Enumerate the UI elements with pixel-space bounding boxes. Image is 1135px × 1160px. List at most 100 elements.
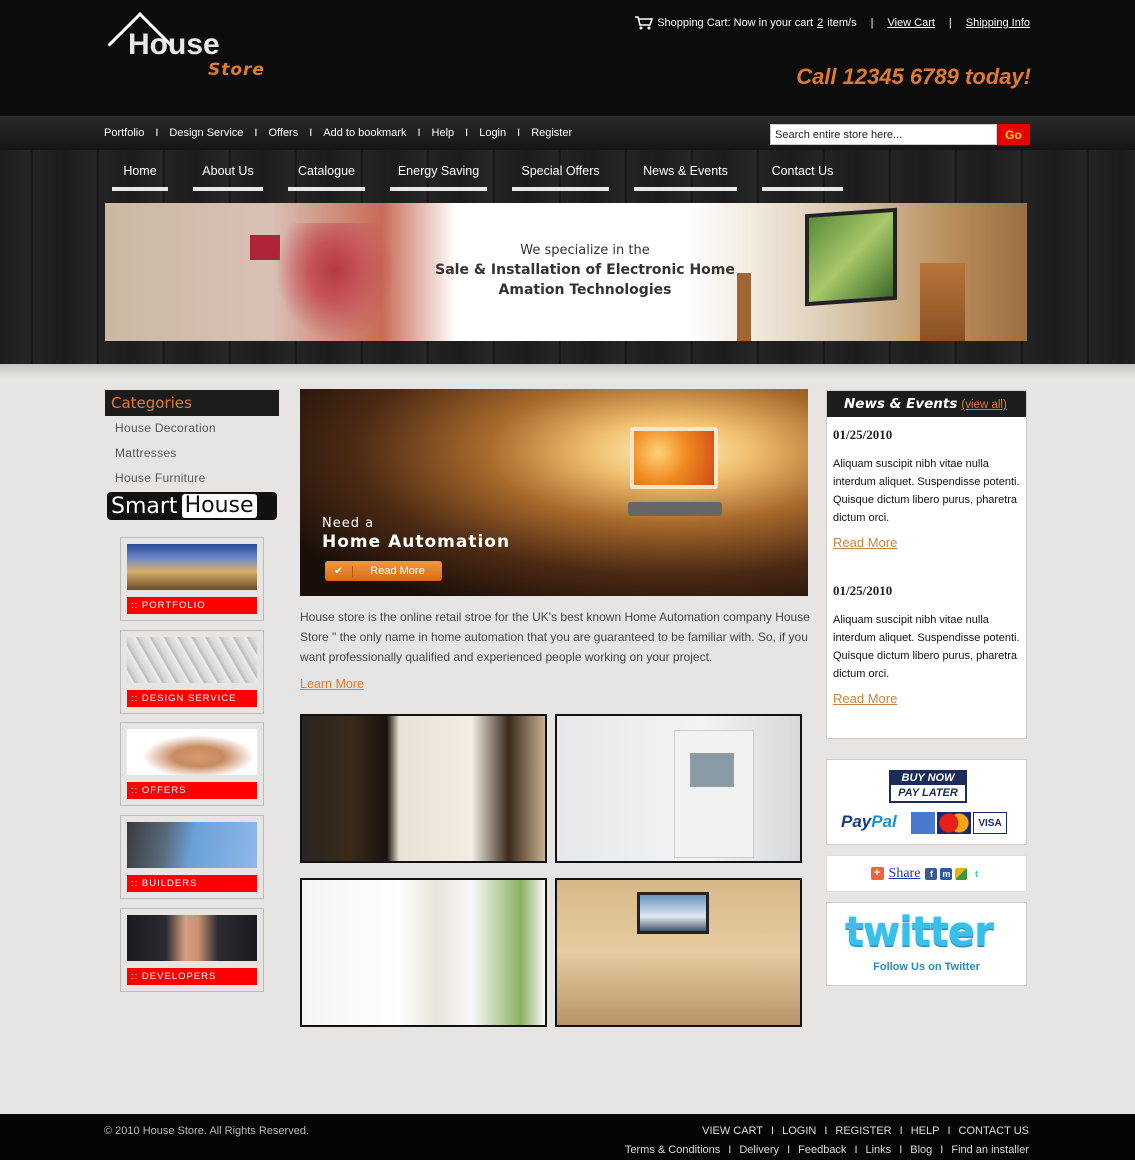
cart-count-link[interactable]: 2 (817, 17, 823, 29)
footer: © 2010 House Store. All Rights Reserved.… (0, 1114, 1135, 1160)
search-form: Go (770, 124, 1030, 145)
tab-contact-us[interactable]: Contact Us (762, 162, 843, 191)
tab-special-offers[interactable]: Special Offers (512, 162, 609, 191)
news-entry: 01/25/2010 Aliquam suscipit nibh vitae n… (833, 583, 1023, 706)
share-bar: + Share f m t (826, 855, 1027, 892)
share-link[interactable]: Share (889, 866, 921, 882)
call-to-action: Call 12345 6789 today! (796, 64, 1031, 89)
promo-offers[interactable]: :: OFFERS (120, 722, 264, 806)
twitter-follow-badge[interactable]: twitter Follow Us on Twitter (826, 902, 1027, 986)
logo-store-text: Store (208, 60, 265, 80)
paypal-badge[interactable]: BUY NOW PAY LATER PayPal VISA (826, 759, 1027, 845)
follow-us-text: Follow Us on Twitter (873, 961, 980, 973)
banner-line3: Amation Technologies (498, 282, 672, 298)
card-logos: VISA (911, 812, 1007, 834)
banner-line1: We specialize in the (520, 243, 650, 258)
news-body: Aliquam suscipit nibh vitae nulla interd… (833, 614, 1020, 680)
footer-feedback[interactable]: Feedback (798, 1144, 846, 1156)
category-mattresses[interactable]: Mattresses (115, 446, 216, 471)
view-cart-link[interactable]: View Cart (887, 17, 934, 29)
promo-label: :: DESIGN SERVICE (127, 690, 257, 707)
footer-find-installer[interactable]: Find an installer (951, 1144, 1029, 1156)
tv-image (630, 427, 718, 489)
amex-icon (911, 812, 935, 834)
news-events-panel: News & Events (view all) 01/25/2010 Aliqu… (826, 390, 1027, 739)
footer-links-top: VIEW CART I LOGIN I REGISTER I HELP I CONTAC… (702, 1125, 1029, 1137)
promo-builders[interactable]: :: BUILDERS (120, 815, 264, 899)
logo-house-text: House (128, 28, 220, 61)
promo-label: :: DEVELOPERS (127, 968, 257, 985)
portfolio-image (127, 544, 257, 590)
copyright: © 2010 House Store. All Rights Reserved. (104, 1125, 309, 1137)
news-title: News & Events (view all) (827, 391, 1026, 417)
subnav-design-service[interactable]: Design Service (169, 127, 243, 139)
tab-home[interactable]: Home (112, 162, 168, 191)
subnav-portfolio[interactable]: Portfolio (104, 127, 144, 139)
twitter-small-icon[interactable]: t (970, 867, 983, 880)
promo-label: :: BUILDERS (127, 875, 257, 892)
search-input[interactable] (770, 124, 997, 145)
gallery-couple[interactable] (300, 878, 547, 1027)
subnav-help[interactable]: Help (432, 127, 455, 139)
footer-register[interactable]: REGISTER (835, 1125, 891, 1137)
shopping-cart-bar: Shopping Cart: Now in your cart 2 item/s… (635, 16, 1030, 30)
gallery-home-theater[interactable] (555, 878, 802, 1027)
promo-design-service[interactable]: :: DESIGN SERVICE (120, 630, 264, 714)
subnav-add-bookmark[interactable]: Add to bookmark (323, 127, 406, 139)
subnav-login[interactable]: Login (479, 127, 506, 139)
gallery-bedroom[interactable] (300, 714, 547, 863)
footer-blog[interactable]: Blog (910, 1144, 932, 1156)
hero-read-more-button[interactable]: ✔ Read More (325, 561, 442, 581)
tab-energy-saving[interactable]: Energy Saving (390, 162, 487, 191)
footer-contact-us[interactable]: CONTACT US (959, 1125, 1030, 1137)
separator: | (870, 17, 874, 29)
tab-news-events[interactable]: News & Events (634, 162, 737, 191)
subnav-offers[interactable]: Offers (268, 127, 298, 139)
hero-title: Home Automation (322, 532, 511, 552)
logo[interactable]: House Store (107, 12, 282, 87)
banner-text: We specialize in the Sale & Installation… (405, 243, 765, 298)
myspace-icon[interactable]: m (940, 867, 953, 880)
category-house-decoration[interactable]: House Decoration (115, 421, 216, 446)
footer-view-cart[interactable]: VIEW CART (702, 1125, 763, 1137)
offers-image (127, 729, 257, 775)
footer-help[interactable]: HELP (911, 1125, 940, 1137)
buy-now-pay-later: BUY NOW PAY LATER (889, 770, 967, 803)
promo-developers[interactable]: :: DEVELOPERS (120, 908, 264, 992)
mastercard-icon (937, 812, 971, 834)
checkmark-icon: ✔ (325, 565, 353, 577)
shipping-info-link[interactable]: Shipping Info (966, 17, 1030, 29)
utility-nav-bar: Portfolio I Design Service I Offers I Add t… (0, 116, 1135, 150)
promo-label: :: OFFERS (127, 782, 257, 799)
footer-links[interactable]: Links (866, 1144, 892, 1156)
tab-about-us[interactable]: About Us (193, 162, 263, 191)
shopping-cart-icon (635, 16, 654, 30)
share-plus-icon[interactable]: + (870, 867, 884, 880)
promo-portfolio[interactable]: :: PORTFOLIO (120, 537, 264, 621)
view-all-link[interactable]: (view all) (961, 399, 1006, 411)
news-read-more-link[interactable]: Read More (833, 535, 1023, 550)
main-nav: Home About Us Catalogue Energy Saving Sp… (112, 162, 868, 191)
news-date: 01/25/2010 (833, 427, 893, 442)
smarthouse-logo[interactable]: Smart House (107, 492, 277, 520)
news-read-more-link[interactable]: Read More (833, 691, 1023, 706)
banner-image: We specialize in the Sale & Installation… (105, 203, 1027, 341)
google-icon[interactable] (955, 867, 968, 880)
footer-links-bottom: Terms & Conditions I Delivery I Feedback I … (624, 1144, 1029, 1156)
tab-catalogue[interactable]: Catalogue (288, 162, 365, 191)
developers-image (127, 915, 257, 961)
categories-title: Categories (105, 390, 279, 416)
subnav-register[interactable]: Register (531, 127, 572, 139)
visa-icon: VISA (973, 812, 1007, 834)
footer-terms[interactable]: Terms & Conditions (625, 1144, 720, 1156)
learn-more-link[interactable]: Learn More (300, 677, 364, 691)
gallery-intercom[interactable] (555, 714, 802, 863)
news-body: Aliquam suscipit nibh vitae nulla interd… (833, 458, 1020, 524)
promo-label: :: PORTFOLIO (127, 597, 257, 614)
home-automation-hero: Need a Home Automation ✔ Read More (300, 389, 808, 596)
footer-delivery[interactable]: Delivery (739, 1144, 779, 1156)
search-go-button[interactable]: Go (997, 124, 1030, 145)
facebook-icon[interactable]: f (925, 867, 938, 880)
cart-suffix: item/s (827, 17, 857, 29)
footer-login[interactable]: LOGIN (782, 1125, 816, 1137)
